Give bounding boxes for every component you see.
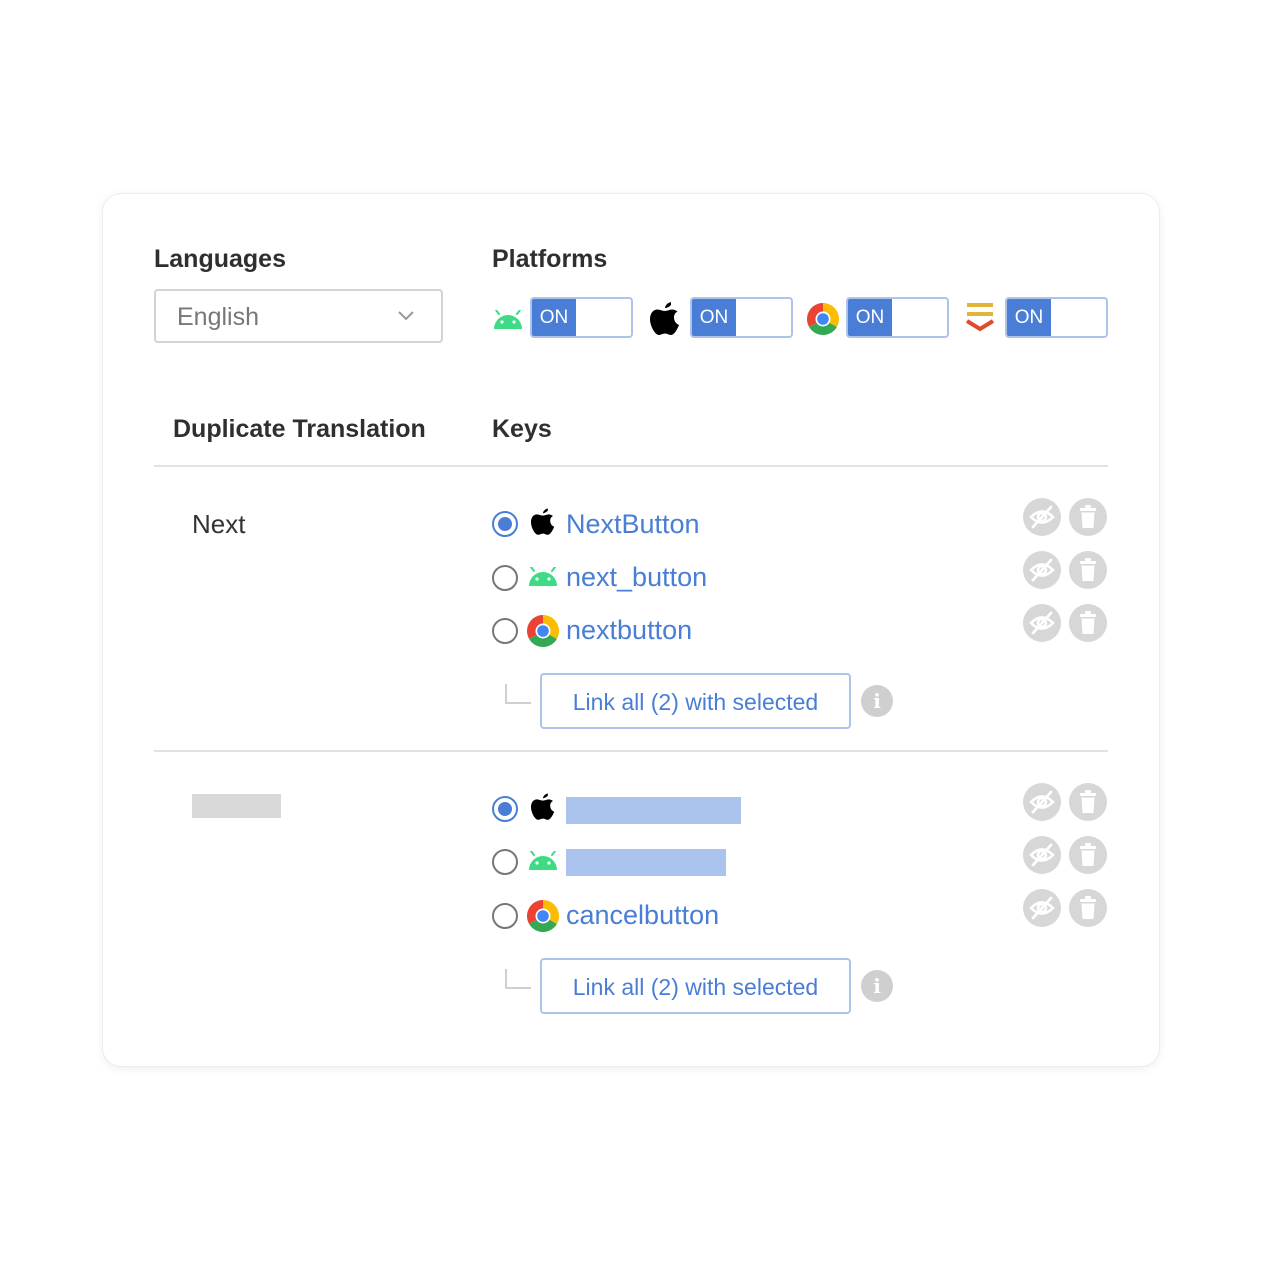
chrome-icon	[527, 615, 559, 647]
toggle-chrome[interactable]: ON	[846, 297, 949, 338]
key-name-link[interactable]: cancelbutton	[566, 900, 719, 931]
key-name-link[interactable]: next_button	[566, 562, 707, 593]
toggle-apple[interactable]: ON	[690, 297, 793, 338]
languages-label: Languages	[154, 245, 286, 273]
trash-icon	[1069, 783, 1107, 821]
toggle-apple-on: ON	[692, 299, 736, 336]
column-header-duplicate-translation: Duplicate Translation	[173, 415, 426, 443]
link-all-button[interactable]: Link all (2) with selected	[540, 673, 851, 729]
apple-icon	[531, 793, 555, 821]
language-select[interactable]: English	[154, 289, 443, 343]
delete-button[interactable]	[1069, 551, 1107, 589]
translation-placeholder	[192, 794, 281, 818]
eye-off-icon	[1023, 836, 1061, 874]
key-radio[interactable]	[492, 565, 518, 591]
eye-off-icon	[1023, 783, 1061, 821]
android-icon	[492, 310, 524, 330]
tree-connector	[505, 969, 531, 989]
chrome-icon	[527, 900, 559, 932]
hide-button[interactable]	[1023, 889, 1061, 927]
hide-button[interactable]	[1023, 604, 1061, 642]
header-divider	[154, 465, 1108, 467]
delete-button[interactable]	[1069, 498, 1107, 536]
key-radio[interactable]	[492, 618, 518, 644]
toggle-android-on: ON	[532, 299, 576, 336]
trash-icon	[1069, 889, 1107, 927]
trash-icon	[1069, 836, 1107, 874]
key-radio-selected[interactable]	[492, 511, 518, 537]
duplicate-keys-card: Languages English Platforms ON ON ON ON …	[103, 194, 1159, 1066]
column-header-keys: Keys	[492, 415, 552, 443]
trash-icon	[1069, 498, 1107, 536]
eye-off-icon	[1023, 498, 1061, 536]
hide-button[interactable]	[1023, 783, 1061, 821]
toggle-stack[interactable]: ON	[1005, 297, 1108, 338]
eye-off-icon	[1023, 604, 1061, 642]
toggle-stack-on: ON	[1007, 299, 1051, 336]
key-name-placeholder	[566, 849, 726, 876]
key-name-placeholder	[566, 797, 741, 824]
key-name-link[interactable]: NextButton	[566, 509, 700, 540]
apple-icon	[650, 302, 680, 336]
info-icon[interactable]: i	[861, 970, 893, 1002]
key-name-link[interactable]: nextbutton	[566, 615, 692, 646]
delete-button[interactable]	[1069, 604, 1107, 642]
apple-icon	[531, 508, 555, 536]
hide-button[interactable]	[1023, 836, 1061, 874]
chrome-icon	[807, 303, 839, 335]
hide-button[interactable]	[1023, 551, 1061, 589]
toggle-android[interactable]: ON	[530, 297, 633, 338]
delete-button[interactable]	[1069, 889, 1107, 927]
key-radio-selected[interactable]	[492, 796, 518, 822]
android-icon	[527, 851, 559, 871]
language-select-value: English	[177, 303, 259, 331]
delete-button[interactable]	[1069, 836, 1107, 874]
tree-connector	[505, 684, 531, 704]
chevron-down-icon	[398, 311, 414, 321]
toggle-chrome-on: ON	[848, 299, 892, 336]
delete-button[interactable]	[1069, 783, 1107, 821]
trash-icon	[1069, 551, 1107, 589]
group-divider	[154, 750, 1108, 752]
platforms-label: Platforms	[492, 245, 608, 273]
key-radio[interactable]	[492, 903, 518, 929]
trash-icon	[1069, 604, 1107, 642]
eye-off-icon	[1023, 551, 1061, 589]
eye-off-icon	[1023, 889, 1061, 927]
hide-button[interactable]	[1023, 498, 1061, 536]
key-radio[interactable]	[492, 849, 518, 875]
android-icon	[527, 567, 559, 587]
stack-icon	[966, 301, 996, 333]
link-all-button[interactable]: Link all (2) with selected	[540, 958, 851, 1014]
info-icon[interactable]: i	[861, 685, 893, 717]
translation-text: Next	[192, 509, 246, 539]
